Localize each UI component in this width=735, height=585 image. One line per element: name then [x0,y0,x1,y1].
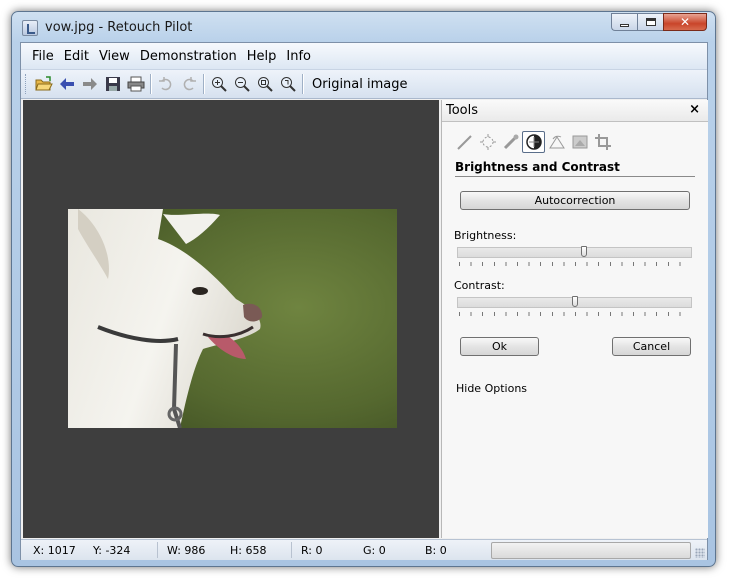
open-button[interactable] [32,73,55,95]
section-title: Brightness and Contrast [455,160,695,177]
slider-thumb[interactable] [572,296,578,307]
menu-bar: File Edit View Demonstration Help Info [21,43,707,69]
status-green: G: 0 [363,544,386,557]
redo-icon [183,77,196,91]
window-controls: ✕ [611,13,707,31]
menu-file[interactable]: File [27,49,59,64]
zoom-fit-button[interactable] [253,73,276,95]
close-button[interactable]: ✕ [663,13,707,31]
undo-button[interactable] [154,73,177,95]
menu-view[interactable]: View [94,49,135,64]
original-image-button[interactable]: Original image [306,77,414,92]
image-canvas[interactable] [23,100,439,538]
zoom-out-button[interactable] [230,73,253,95]
slider-ticks [459,262,691,266]
undo-icon [158,77,171,91]
redo-button[interactable] [177,73,200,95]
tools-panel: Tools × Brightness and Contrast Autocorr… [441,100,708,538]
print-button[interactable] [124,73,147,95]
image-frame-icon [572,135,587,149]
toolbar-separator [203,74,204,94]
tools-close-icon[interactable]: × [689,102,700,117]
crop-icon [594,134,611,150]
hide-options-link[interactable]: Hide Options [456,382,527,395]
rotate-icon [548,135,565,149]
clone-stamp-icon [503,134,518,150]
printer-icon [127,76,144,92]
zoom-out-icon [234,77,250,92]
cancel-button[interactable]: Cancel [612,337,691,356]
ok-button[interactable]: Ok [460,337,539,356]
progress-bar [491,542,691,559]
crop-tool-button[interactable] [591,131,614,153]
autocorrection-button[interactable]: Autocorrection [460,191,690,210]
zoom-fit-icon [257,77,273,92]
save-disk-icon [105,77,120,91]
menu-edit[interactable]: Edit [59,49,94,64]
toolbar-grip[interactable] [25,74,28,94]
toolbar-separator [302,74,303,94]
toolbar: Original image [21,69,707,99]
client-area: File Edit View Demonstration Help Info O… [20,42,708,560]
brightness-label: Brightness: [454,229,517,242]
minimize-button[interactable] [611,13,637,31]
menu-demonstration[interactable]: Demonstration [135,49,242,64]
zoom-in-icon [211,77,227,92]
brightness-slider[interactable] [457,246,692,267]
minimize-icon [620,23,629,27]
save-button[interactable] [101,73,124,95]
brightness-tool-button[interactable] [522,131,545,153]
back-button[interactable] [55,73,78,95]
arrow-left-icon [59,78,74,90]
tools-header: Tools × [442,100,708,122]
status-y: Y: -324 [93,544,131,557]
clone-tool-button[interactable] [499,131,522,153]
status-bar: X: 1017 Y: -324 W: 986 H: 658 R: 0 G: 0 … [21,539,707,560]
forward-button[interactable] [78,73,101,95]
image-adjust-button[interactable] [568,131,591,153]
app-icon[interactable] [22,20,38,36]
status-width: W: 986 [167,544,206,557]
status-height: H: 658 [230,544,267,557]
slider-track [457,247,692,258]
app-window: vow.jpg - Retouch Pilot ✕ File Edit View… [11,11,716,567]
contrast-label: Contrast: [454,279,505,292]
toolbar-separator [150,74,151,94]
status-separator [291,542,292,558]
maximize-icon [645,18,656,26]
zoom-actual-icon [280,77,296,92]
title-bar[interactable]: vow.jpg - Retouch Pilot ✕ [12,12,715,42]
open-folder-icon [34,76,53,91]
zoom-actual-button[interactable] [276,73,299,95]
menu-help[interactable]: Help [242,49,282,64]
menu-info[interactable]: Info [281,49,316,64]
resize-grip[interactable] [695,548,705,558]
brush-tool-button[interactable] [453,131,476,153]
close-icon: ✕ [679,15,691,29]
rotate-tool-button[interactable] [545,131,568,153]
contrast-slider[interactable] [457,296,692,317]
zoom-in-button[interactable] [207,73,230,95]
window-title: vow.jpg - Retouch Pilot [45,20,193,35]
slider-ticks [459,312,691,316]
status-red: R: 0 [301,544,323,557]
maximize-button[interactable] [637,13,663,31]
sparkle-icon [479,134,496,150]
brush-icon [456,135,472,150]
arrow-right-icon [82,78,97,90]
tool-icon-row [453,131,614,153]
dog-photo [68,209,397,428]
status-x: X: 1017 [33,544,76,557]
status-blue: B: 0 [425,544,447,557]
dust-tool-button[interactable] [476,131,499,153]
status-separator [157,542,158,558]
tools-title: Tools [446,103,479,118]
brightness-contrast-icon [525,134,542,150]
slider-thumb[interactable] [581,246,587,257]
